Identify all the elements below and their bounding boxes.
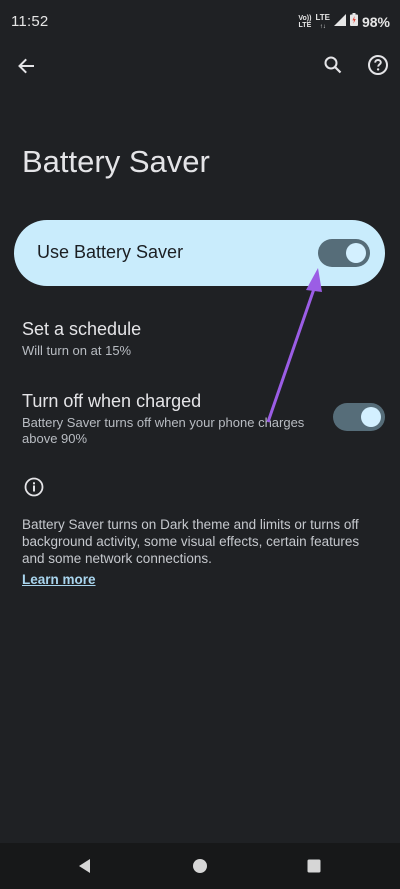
battery-saver-screen: 11:52 Vo)) LTE LTE ↑↓ 98% Battery Saver …	[0, 0, 400, 889]
signal-icon	[333, 13, 346, 31]
nav-home-button[interactable]	[187, 853, 213, 879]
set-schedule-title: Set a schedule	[22, 319, 142, 339]
turn-off-when-charged-switch[interactable]	[333, 403, 385, 431]
use-battery-saver-toggle-card[interactable]: Use Battery Saver	[14, 220, 385, 286]
back-button[interactable]	[10, 50, 42, 82]
battery-percent: 98%	[361, 14, 390, 30]
battery-icon	[349, 13, 358, 31]
status-bar: 11:52 Vo)) LTE LTE ↑↓ 98%	[0, 0, 400, 44]
help-icon	[368, 55, 388, 75]
status-icons: Vo)) LTE LTE ↑↓ 98%	[298, 12, 390, 32]
learn-more-link[interactable]: Learn more	[22, 572, 96, 587]
nav-recents-button[interactable]	[301, 853, 327, 879]
page-title: Battery Saver	[22, 144, 210, 179]
search-button[interactable]	[317, 49, 349, 81]
switch-knob	[346, 243, 366, 263]
use-battery-saver-label: Use Battery Saver	[37, 242, 184, 262]
battery-saver-info-text: Battery Saver turns on Dark theme and li…	[22, 517, 360, 566]
system-navigation-bar	[0, 843, 400, 889]
arrow-back-icon	[18, 58, 34, 74]
set-schedule-subtitle: Will turn on at 15%	[22, 343, 132, 358]
switch-knob	[361, 407, 381, 427]
top-app-bar	[0, 44, 400, 88]
status-time: 11:52	[11, 13, 49, 30]
lte-indicator: LTE ↑↓	[315, 12, 330, 30]
turn-off-when-charged-subtitle: Battery Saver turns off when your phone …	[22, 415, 305, 446]
turn-off-when-charged-title: Turn off when charged	[22, 391, 202, 411]
circle-home-icon	[193, 859, 207, 873]
help-button[interactable]	[362, 49, 394, 81]
square-recents-icon	[307, 859, 321, 873]
info-icon	[24, 477, 44, 497]
nav-back-button[interactable]	[72, 853, 98, 879]
triangle-back-icon	[79, 859, 90, 873]
volte-indicator: Vo)) LTE	[298, 15, 312, 29]
search-icon	[324, 56, 342, 74]
use-battery-saver-switch[interactable]	[318, 239, 370, 267]
